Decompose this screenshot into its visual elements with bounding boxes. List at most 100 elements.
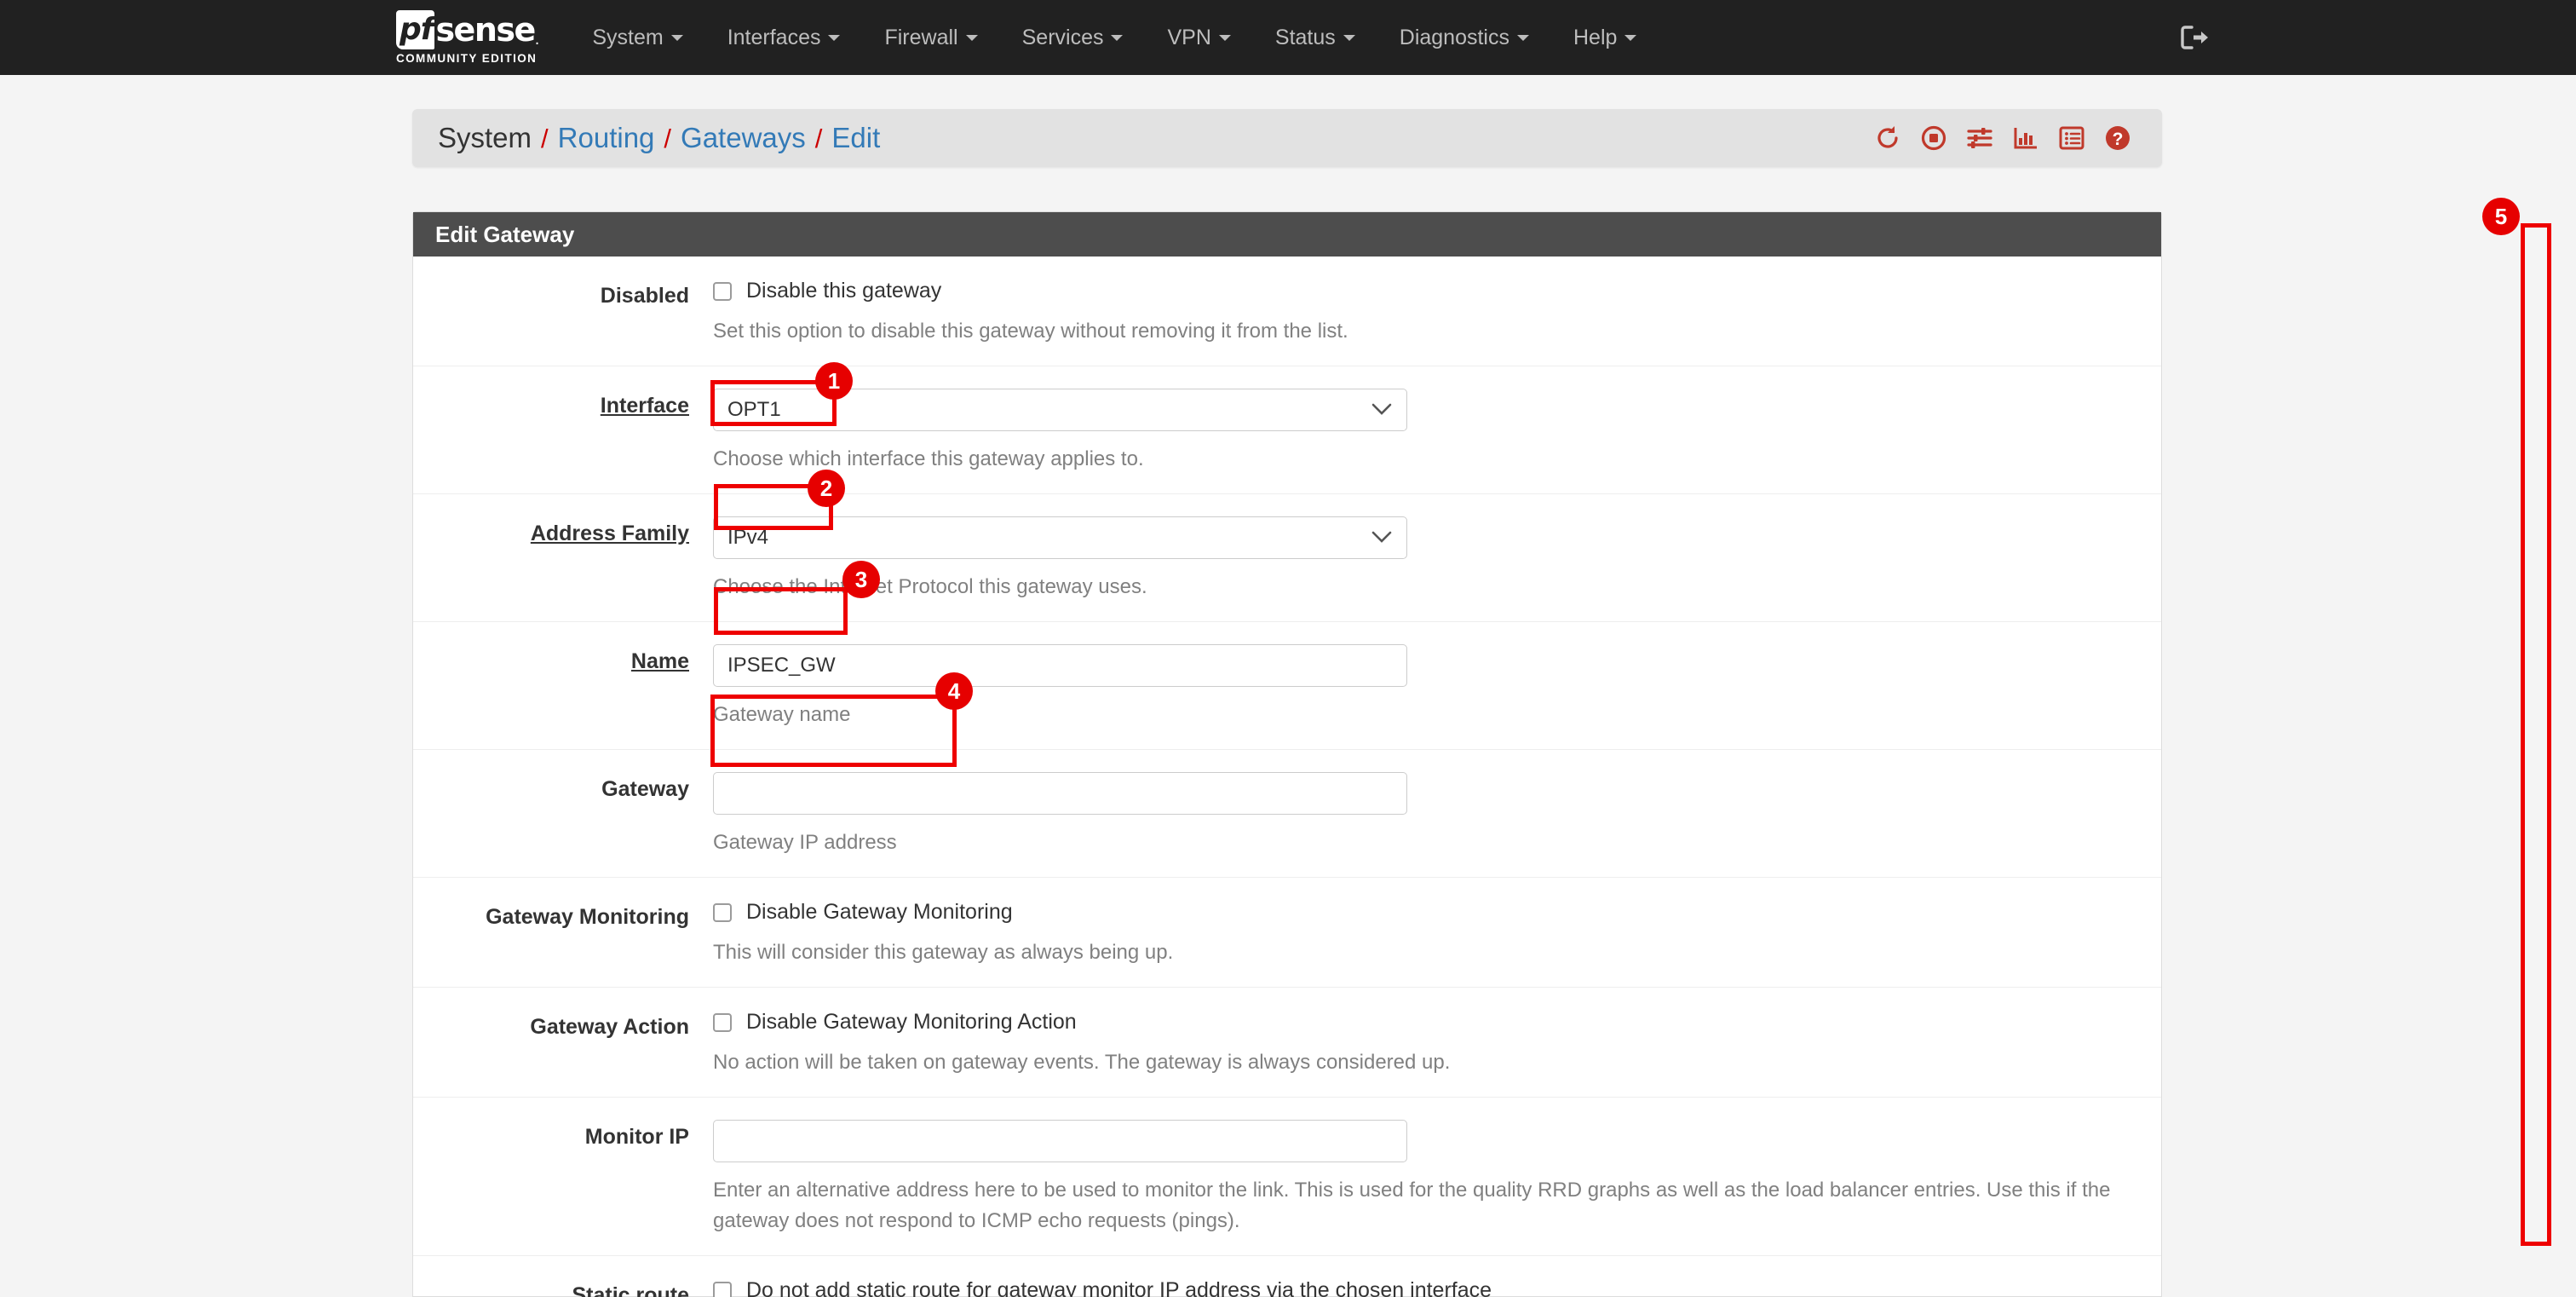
chevron-down-icon — [670, 34, 683, 41]
form-row-disabled: Disabled Disable this gateway Set this o… — [413, 257, 2161, 366]
form-row-name: Name IPSEC_GW Gateway name — [413, 622, 2161, 750]
help-gateway-monitoring: This will consider this gateway as alway… — [713, 941, 1174, 964]
label-address-family: Address Family — [530, 522, 689, 545]
breadcrumb-separator: / — [814, 124, 823, 153]
chevron-down-icon — [1371, 526, 1393, 550]
disable-gateway-monitoring-action-label: Disable Gateway Monitoring Action — [746, 1010, 1077, 1034]
pfsense-logo[interactable]: pf sense . COMMUNITY EDITION — [396, 10, 540, 65]
help-monitor-ip: Enter an alternative address here to be … — [713, 1179, 2111, 1232]
interface-select[interactable]: OPT1 — [713, 389, 1407, 431]
brand-subtitle: COMMUNITY EDITION — [396, 52, 538, 65]
nav-label: Diagnostics — [1399, 25, 1509, 49]
brand-pf-mark: pf — [396, 10, 435, 49]
breadcrumb-toolbar: ? — [1874, 124, 2131, 152]
nav-label: Interfaces — [727, 25, 821, 49]
breadcrumb-item-edit[interactable]: Edit — [831, 122, 880, 154]
nav-item-status[interactable]: Status — [1275, 26, 1355, 50]
chevron-down-icon — [1343, 34, 1355, 41]
label-gateway: Gateway — [601, 777, 689, 801]
nav-item-interfaces[interactable]: Interfaces — [727, 26, 841, 50]
disable-gateway-monitoring-label: Disable Gateway Monitoring — [746, 900, 1013, 924]
nav-item-firewall[interactable]: Firewall — [884, 25, 978, 50]
annotation-marker-2: 2 — [808, 470, 845, 507]
breadcrumb-item-routing[interactable]: Routing — [558, 122, 655, 154]
restart-icon[interactable] — [1874, 124, 1901, 152]
chevron-down-icon — [828, 34, 841, 41]
static-route-label: Do not add static route for gateway moni… — [746, 1278, 1492, 1297]
form-row-gateway-monitoring: Gateway Monitoring Disable Gateway Monit… — [413, 878, 2161, 988]
annotation-marker-3: 3 — [842, 561, 880, 598]
label-monitor-ip: Monitor IP — [584, 1125, 689, 1149]
top-navigation-bar: pf sense . COMMUNITY EDITION System Inte… — [0, 0, 2576, 75]
chevron-down-icon — [1111, 34, 1124, 41]
chevron-down-icon — [1517, 34, 1529, 41]
disable-gateway-monitoring-action-checkbox[interactable] — [713, 1012, 732, 1032]
chevron-down-icon — [1624, 34, 1637, 41]
nav-item-help[interactable]: Help — [1573, 25, 1637, 50]
annotation-marker-5: 5 — [2482, 198, 2520, 235]
breadcrumb-separator: / — [541, 124, 549, 153]
name-input-value: IPSEC_GW — [727, 654, 836, 677]
nav-label: VPN — [1167, 25, 1211, 49]
gateway-input[interactable] — [713, 772, 1407, 815]
address-family-select-value: IPv4 — [727, 526, 769, 549]
help-address-family: Choose the Internet Protocol this gatewa… — [713, 575, 1147, 598]
name-input[interactable]: IPSEC_GW — [713, 644, 1407, 687]
label-disabled: Disabled — [600, 284, 689, 308]
breadcrumb-item-gateways[interactable]: Gateways — [681, 122, 806, 154]
label-interface: Interface — [600, 394, 689, 418]
form-row-gateway: Gateway Gateway IP address — [413, 750, 2161, 878]
pfsense-gateway-edit-page: pf sense . COMMUNITY EDITION System Inte… — [0, 0, 2576, 1297]
form-row-monitor-ip: Monitor IP Enter an alternative address … — [413, 1098, 2161, 1256]
breadcrumb-item-system: System — [438, 122, 532, 153]
monitor-ip-input[interactable] — [713, 1120, 1407, 1162]
nav-item-system[interactable]: System — [592, 25, 683, 50]
static-route-checkbox[interactable] — [713, 1281, 732, 1297]
nav-label: Firewall — [884, 25, 958, 49]
nav-item-diagnostics[interactable]: Diagnostics — [1400, 26, 1529, 50]
interface-select-value: OPT1 — [727, 398, 781, 421]
form-row-interface: Interface OPT1 Choose which interface th… — [413, 366, 2161, 494]
breadcrumb: System / Routing / Gateways / Edit ? — [412, 109, 2162, 167]
disable-gateway-monitoring-checkbox[interactable] — [713, 902, 732, 922]
chart-icon[interactable] — [2012, 124, 2039, 152]
sliders-icon[interactable] — [1966, 124, 1993, 152]
label-gateway-monitoring: Gateway Monitoring — [486, 905, 689, 929]
label-gateway-action: Gateway Action — [530, 1015, 689, 1039]
nav-item-services[interactable]: Services — [1022, 26, 1124, 50]
disable-gateway-label: Disable this gateway — [746, 279, 942, 303]
help-icon[interactable]: ? — [2104, 124, 2131, 152]
label-name: Name — [630, 649, 689, 673]
chevron-down-icon — [1218, 34, 1231, 41]
form-row-static-route: Static route Do not add static route for… — [413, 1256, 2161, 1297]
edit-gateway-panel: Edit Gateway Disabled Disable this gatew… — [412, 211, 2162, 1297]
nav-label: Services — [1021, 25, 1104, 49]
chevron-down-icon — [965, 34, 978, 41]
nav-item-vpn[interactable]: VPN — [1167, 25, 1231, 50]
breadcrumb-separator: / — [664, 124, 672, 153]
panel-title: Edit Gateway — [413, 212, 2161, 257]
disable-gateway-checkbox[interactable] — [713, 281, 732, 301]
help-gateway: Gateway IP address — [713, 831, 897, 854]
annotation-marker-1: 1 — [815, 362, 853, 400]
svg-text:?: ? — [2113, 130, 2124, 149]
logout-icon[interactable] — [2179, 22, 2210, 53]
brand-sense-text: sense — [435, 11, 536, 49]
help-interface: Choose which interface this gateway appl… — [713, 447, 1144, 470]
nav-label: System — [592, 25, 664, 49]
label-static-route: Static route — [572, 1283, 689, 1297]
chevron-down-icon — [1371, 398, 1393, 422]
form-row-address-family: Address Family IPv4 Choose the Internet … — [413, 494, 2161, 622]
nav-label: Help — [1573, 25, 1618, 49]
help-disabled: Set this option to disable this gateway … — [713, 320, 1348, 343]
form-row-gateway-action: Gateway Action Disable Gateway Monitorin… — [413, 988, 2161, 1098]
annotation-marker-4: 4 — [935, 672, 973, 710]
brand-trademark-dot: . — [534, 30, 540, 49]
help-name: Gateway name — [713, 703, 851, 726]
help-gateway-action: No action will be taken on gateway event… — [713, 1051, 1451, 1074]
stop-icon[interactable] — [1920, 124, 1947, 152]
annotation-box-5 — [2521, 223, 2551, 1246]
address-family-select[interactable]: IPv4 — [713, 516, 1407, 559]
list-icon[interactable] — [2058, 124, 2085, 152]
nav-label: Status — [1274, 25, 1336, 49]
